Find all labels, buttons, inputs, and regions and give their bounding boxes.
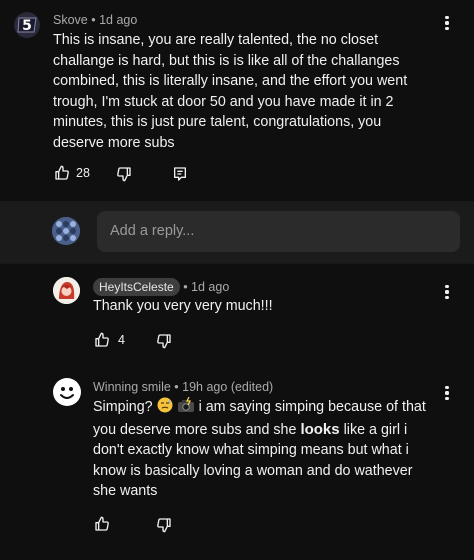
more-actions-icon[interactable] — [439, 282, 455, 302]
reply-bar: Add a reply... — [0, 201, 474, 263]
comment-meta: Skove • 1d ago — [53, 13, 137, 27]
comment-text: This is insane, you are really talented,… — [53, 32, 408, 151]
anime-avatar-icon — [53, 277, 80, 304]
dislike-button[interactable] — [116, 166, 132, 182]
meta-dot: • — [174, 380, 183, 394]
author-name[interactable]: Skove — [53, 13, 88, 27]
svg-text:5: 5 — [22, 18, 32, 34]
reply-item: HeyItsCeleste • 1d ago Thank you very ve… — [0, 264, 474, 364]
reply-text-prefix: Simping? — [93, 399, 153, 415]
meta-dot: • — [183, 280, 192, 294]
meta-dot: • — [91, 13, 100, 27]
reply-meta: Winning smile • 19h ago (edited) — [93, 380, 273, 394]
pattern-avatar-icon — [52, 217, 80, 245]
like-count: 4 — [118, 333, 125, 347]
thumbs-down-icon — [157, 334, 171, 349]
more-actions-icon[interactable] — [439, 13, 455, 33]
camera-flash-emoji-icon — [177, 396, 195, 420]
more-actions-icon[interactable] — [439, 383, 455, 403]
reply-text-bold: looks — [300, 420, 340, 438]
dislike-button[interactable] — [156, 333, 172, 349]
smiley-face-icon — [53, 378, 81, 406]
thumbs-up-icon — [55, 165, 69, 180]
reply-age[interactable]: 1d ago — [191, 280, 229, 294]
reply-input[interactable]: Add a reply... — [97, 211, 460, 252]
like-button[interactable]: 4 — [94, 332, 125, 348]
s-logo-icon: 5 — [14, 12, 40, 38]
author-avatar[interactable] — [53, 277, 80, 304]
like-button[interactable] — [94, 516, 110, 532]
reply-age[interactable]: 19h ago (edited) — [182, 380, 273, 394]
reply-meta: HeyItsCeleste • 1d ago — [93, 278, 229, 296]
author-channel-tag[interactable]: HeyItsCeleste — [93, 278, 180, 296]
comment-age[interactable]: 1d ago — [99, 13, 137, 27]
like-button[interactable]: 28 — [54, 165, 90, 181]
author-name[interactable]: Winning smile — [93, 380, 171, 394]
thumbs-down-icon — [117, 167, 131, 182]
reply-item: Winning smile • 19h ago (edited) Simping… — [0, 364, 474, 560]
author-avatar[interactable] — [53, 378, 81, 406]
thumbs-up-icon — [95, 516, 109, 531]
dislike-button[interactable] — [156, 517, 172, 533]
top-comment: 5 Skove • 1d ago This is insane, you are… — [0, 0, 474, 201]
reply-text: Thank you very very much!!! — [93, 298, 273, 314]
thumbs-up-icon — [95, 332, 109, 347]
reply-text: Simping? i am saying simping because of … — [93, 396, 438, 502]
author-avatar[interactable]: 5 — [14, 12, 40, 38]
comment-reply-icon — [174, 167, 186, 181]
thumbs-down-icon — [157, 518, 171, 533]
user-avatar — [52, 217, 80, 245]
reply-button[interactable] — [172, 166, 188, 182]
sweat-smile-emoji-icon — [157, 397, 173, 420]
like-count: 28 — [76, 166, 90, 180]
